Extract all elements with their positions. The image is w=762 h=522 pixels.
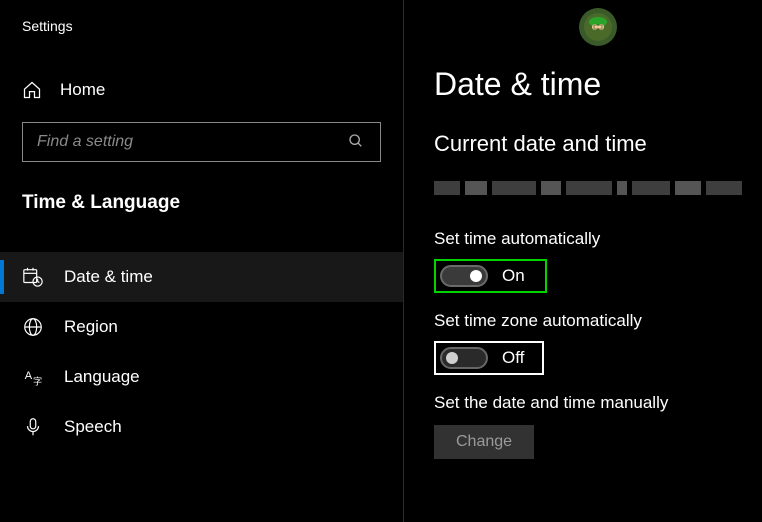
sidebar-item-label: Language	[64, 367, 140, 387]
globe-icon	[22, 316, 44, 338]
window-title: Settings	[0, 0, 403, 42]
sidebar-item-region[interactable]: Region	[0, 302, 403, 352]
svg-text:字: 字	[33, 375, 42, 386]
sidebar: Settings Home Time & Language	[0, 0, 403, 522]
sidebar-item-speech[interactable]: Speech	[0, 402, 403, 452]
avatar	[579, 8, 617, 46]
change-button[interactable]: Change	[434, 425, 534, 459]
nav-list: Date & time Region A 字 Language	[0, 252, 403, 452]
home-icon	[22, 80, 42, 100]
toggle-state-text: Off	[502, 348, 524, 368]
section-current-datetime: Current date and time	[434, 131, 762, 157]
set-time-auto-toggle[interactable]	[440, 265, 488, 287]
main-panel: Date & time Current date and time Set ti…	[403, 0, 762, 522]
language-icon: A 字	[22, 366, 44, 388]
set-tz-auto-toggle[interactable]	[440, 347, 488, 369]
toggle-state-text: On	[502, 266, 525, 286]
home-label: Home	[60, 80, 105, 100]
sidebar-item-label: Region	[64, 317, 118, 337]
home-nav[interactable]: Home	[0, 80, 403, 100]
search-icon	[348, 133, 366, 151]
set-manual-label: Set the date and time manually	[434, 393, 762, 413]
microphone-icon	[22, 416, 44, 438]
sidebar-item-language[interactable]: A 字 Language	[0, 352, 403, 402]
sidebar-item-date-time[interactable]: Date & time	[0, 252, 403, 302]
set-tz-auto-label: Set time zone automatically	[434, 311, 762, 331]
svg-text:A: A	[25, 370, 33, 382]
sidebar-item-label: Date & time	[64, 267, 153, 287]
search-box[interactable]	[22, 122, 381, 162]
category-title: Time & Language	[0, 192, 403, 214]
set-time-auto-toggle-row: On	[434, 259, 547, 293]
calendar-clock-icon	[22, 266, 44, 288]
set-time-auto-label: Set time automatically	[434, 229, 762, 249]
search-input[interactable]	[37, 133, 348, 151]
current-datetime-value	[434, 181, 762, 195]
set-tz-auto-toggle-row: Off	[434, 341, 544, 375]
page-title: Date & time	[434, 66, 762, 103]
sidebar-item-label: Speech	[64, 417, 122, 437]
